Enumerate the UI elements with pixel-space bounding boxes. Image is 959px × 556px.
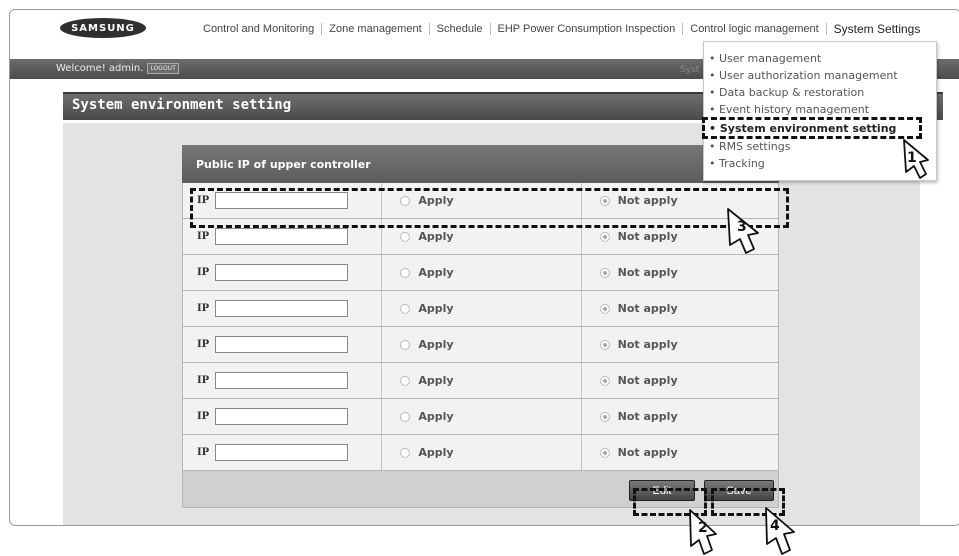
ip-cell: IP: [183, 399, 383, 434]
apply-label: Apply: [418, 446, 454, 459]
callout-number: 4: [770, 518, 780, 534]
not-apply-radio[interactable]: [599, 303, 610, 314]
cursor-hand-icon: [765, 507, 795, 555]
table-row: IP Apply Not apply: [182, 435, 779, 471]
nav-system-settings[interactable]: System Settings: [827, 22, 928, 36]
apply-cell[interactable]: Apply: [382, 363, 582, 398]
ip-input[interactable]: [215, 408, 348, 425]
apply-label: Apply: [418, 302, 454, 315]
ip-label: IP: [197, 375, 210, 386]
table-header: Public IP of upper controller: [182, 145, 779, 183]
ip-cell: IP: [183, 363, 383, 398]
menu-item-event-history[interactable]: • Event history management: [709, 103, 869, 116]
ip-label: IP: [197, 339, 210, 350]
ip-cell: IP: [183, 291, 383, 326]
page-title: System environment setting: [72, 97, 292, 113]
apply-radio[interactable]: [400, 375, 411, 386]
ip-cell: IP: [183, 255, 383, 290]
not-apply-radio[interactable]: [599, 411, 610, 422]
callout-number: 3: [737, 219, 747, 235]
ip-input[interactable]: [215, 264, 348, 281]
not-apply-cell[interactable]: Not apply: [582, 363, 778, 398]
not-apply-cell[interactable]: Not apply: [582, 291, 778, 326]
ip-label: IP: [197, 303, 210, 314]
not-apply-label: Not apply: [617, 410, 678, 423]
menu-item-rms-settings[interactable]: • RMS settings: [709, 140, 790, 153]
not-apply-radio[interactable]: [599, 231, 610, 242]
apply-cell[interactable]: Apply: [382, 399, 582, 434]
apply-cell[interactable]: Apply: [382, 291, 582, 326]
apply-label: Apply: [418, 410, 454, 423]
apply-label: Apply: [418, 266, 454, 279]
not-apply-cell[interactable]: Not apply: [582, 435, 778, 470]
menu-item-user-authorization[interactable]: • User authorization management: [709, 69, 898, 82]
apply-label: Apply: [418, 338, 454, 351]
ip-input[interactable]: [215, 444, 348, 461]
callout-number: 2: [698, 520, 708, 536]
ip-label: IP: [197, 411, 210, 422]
nav-control-logic[interactable]: Control logic management: [683, 23, 825, 35]
not-apply-radio[interactable]: [599, 447, 610, 458]
menu-item-user-management[interactable]: • User management: [709, 52, 821, 65]
ip-cell: IP: [183, 327, 383, 362]
table-row: IP Apply Not apply: [182, 327, 779, 363]
apply-radio[interactable]: [400, 267, 411, 278]
callout-number: 1: [907, 150, 917, 166]
ip-input[interactable]: [215, 372, 348, 389]
welcome-text: Welcome! admin.: [56, 63, 144, 74]
apply-radio[interactable]: [400, 447, 411, 458]
ip-input[interactable]: [215, 336, 348, 353]
nav-ehp-power[interactable]: EHP Power Consumption Inspection: [491, 23, 683, 35]
hidden-header-text: Syst: [680, 65, 700, 75]
ip-label: IP: [197, 447, 210, 458]
logout-button[interactable]: LOGOUT: [147, 63, 179, 74]
highlight-menu-item: [702, 117, 922, 139]
not-apply-radio[interactable]: [599, 339, 610, 350]
menu-item-data-backup[interactable]: • Data backup & restoration: [709, 86, 864, 99]
highlight-first-row: [190, 188, 789, 228]
ip-cell: IP: [183, 435, 383, 470]
top-navigation: Control and Monitoring Zone management S…: [196, 22, 927, 36]
nav-control-monitoring[interactable]: Control and Monitoring: [196, 23, 321, 35]
not-apply-radio[interactable]: [599, 375, 610, 386]
samsung-logo: SAMSUNG: [60, 18, 146, 38]
table-row: IP Apply Not apply: [182, 255, 779, 291]
not-apply-label: Not apply: [617, 338, 678, 351]
menu-item-tracking[interactable]: • Tracking: [709, 157, 765, 170]
not-apply-label: Not apply: [617, 302, 678, 315]
apply-radio[interactable]: [400, 411, 411, 422]
nav-schedule[interactable]: Schedule: [430, 23, 490, 35]
ip-input[interactable]: [215, 300, 348, 317]
not-apply-label: Not apply: [617, 266, 678, 279]
cursor-hand-icon: [903, 139, 929, 179]
table-row: IP Apply Not apply: [182, 291, 779, 327]
apply-radio[interactable]: [400, 339, 411, 350]
apply-label: Apply: [418, 374, 454, 387]
apply-radio[interactable]: [400, 303, 411, 314]
ip-label: IP: [197, 231, 210, 242]
table-row: IP Apply Not apply: [182, 399, 779, 435]
not-apply-cell[interactable]: Not apply: [582, 399, 778, 434]
apply-cell[interactable]: Apply: [382, 255, 582, 290]
ip-label: IP: [197, 267, 210, 278]
not-apply-label: Not apply: [617, 446, 678, 459]
nav-zone-management[interactable]: Zone management: [322, 23, 428, 35]
table-row: IP Apply Not apply: [182, 363, 779, 399]
ip-input[interactable]: [215, 228, 348, 245]
apply-cell[interactable]: Apply: [382, 327, 582, 362]
not-apply-label: Not apply: [617, 230, 678, 243]
welcome-area: Welcome! admin. LOGOUT: [56, 63, 179, 74]
not-apply-radio[interactable]: [599, 267, 610, 278]
not-apply-cell[interactable]: Not apply: [582, 255, 778, 290]
apply-label: Apply: [418, 230, 454, 243]
apply-radio[interactable]: [400, 231, 411, 242]
apply-cell[interactable]: Apply: [382, 435, 582, 470]
not-apply-cell[interactable]: Not apply: [582, 327, 778, 362]
not-apply-label: Not apply: [617, 374, 678, 387]
